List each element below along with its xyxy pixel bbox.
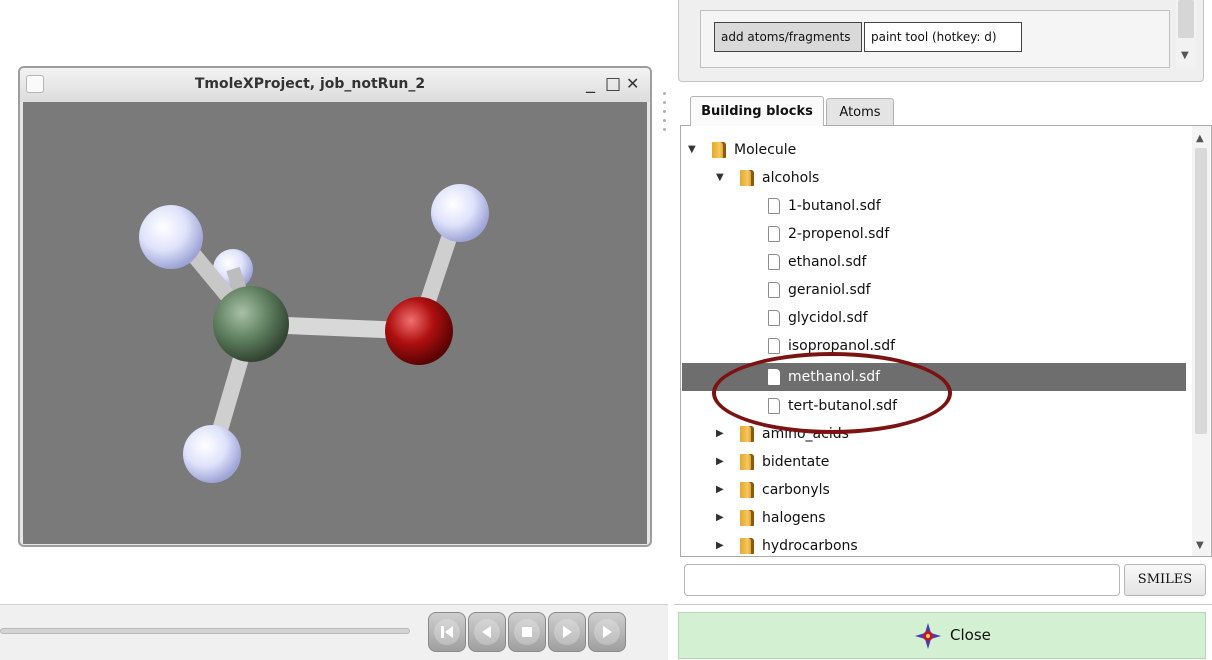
- folder-icon: [740, 170, 754, 186]
- tree-item-ethanol[interactable]: ethanol.sdf: [682, 248, 1186, 276]
- tab-atoms[interactable]: Atoms: [826, 98, 894, 126]
- maximize-icon[interactable]: □: [605, 74, 621, 94]
- tree-item-carbonyls[interactable]: ▶ carbonyls: [682, 476, 1186, 504]
- tree-item-molecule[interactable]: ▼ Molecule: [682, 136, 1186, 164]
- file-icon: [768, 369, 780, 385]
- expand-arrow-icon[interactable]: ▼: [716, 164, 724, 192]
- step-forward-icon: [594, 619, 620, 645]
- tree-item-label: alcohols: [762, 170, 820, 186]
- tree-item-tert-butanol[interactable]: tert-butanol.sdf: [682, 392, 1186, 420]
- tree-item-label: hydrocarbons: [762, 538, 858, 554]
- step-back-button[interactable]: [468, 612, 506, 652]
- tree-item-label: isopropanol.sdf: [788, 338, 896, 354]
- tree-scroll-thumb[interactable]: [1195, 148, 1207, 434]
- step-back-icon: [474, 619, 500, 645]
- folder-icon: [740, 510, 754, 526]
- file-icon: [768, 198, 780, 214]
- smiles-button[interactable]: SMILES: [1124, 564, 1206, 596]
- hydrogen-atom-2[interactable]: [431, 184, 489, 242]
- time-slider[interactable]: [0, 628, 410, 634]
- viewer-title: TmoleXProject, job_notRun_2: [194, 76, 426, 92]
- close-icon: [914, 622, 942, 654]
- minimize-icon[interactable]: _: [586, 74, 595, 94]
- tree-item-2-propenol[interactable]: 2-propenol.sdf: [682, 220, 1186, 248]
- expand-arrow-icon[interactable]: ▶: [716, 532, 724, 556]
- top-panel-scroll-thumb[interactable]: [1178, 0, 1194, 38]
- skip-to-start-icon: [434, 619, 460, 645]
- scroll-up-icon[interactable]: ▲: [1196, 133, 1204, 144]
- add-atoms-fragments-button[interactable]: add atoms/fragments: [714, 22, 862, 52]
- close-window-icon[interactable]: ✕: [626, 74, 639, 94]
- file-icon: [768, 226, 780, 242]
- tree-item-label: geraniol.sdf: [788, 282, 871, 298]
- carbon-atom[interactable]: [213, 286, 289, 362]
- tree-item-bidentate[interactable]: ▶ bidentate: [682, 448, 1186, 476]
- expand-arrow-icon[interactable]: ▶: [716, 476, 724, 504]
- expand-arrow-icon[interactable]: ▶: [716, 504, 724, 532]
- tree-item-isopropanol[interactable]: isopropanol.sdf: [682, 332, 1186, 360]
- tree-item-label: carbonyls: [762, 482, 830, 498]
- oxygen-atom[interactable]: [385, 297, 453, 365]
- hydrogen-atom-1[interactable]: [139, 205, 203, 269]
- tree-item-label: halogens: [762, 510, 826, 526]
- 3d-viewport[interactable]: [23, 102, 647, 544]
- tree-item-amino-acids[interactable]: ▶ amino_acids: [682, 420, 1186, 448]
- file-icon: [768, 254, 780, 270]
- expand-arrow-icon[interactable]: ▶: [716, 448, 724, 476]
- play-icon: [554, 619, 580, 645]
- folder-icon: [740, 426, 754, 442]
- expand-arrow-icon[interactable]: ▶: [716, 420, 724, 448]
- stop-button[interactable]: [508, 612, 546, 652]
- scroll-down-icon[interactable]: ▼: [1181, 50, 1189, 61]
- tree-item-label: 1-butanol.sdf: [788, 198, 881, 214]
- tree-item-label: methanol.sdf: [788, 369, 881, 385]
- viewer-titlebar[interactable]: TmoleXProject, job_notRun_2 _ □ ✕: [20, 68, 650, 102]
- tree-item-1-butanol[interactable]: 1-butanol.sdf: [682, 192, 1186, 220]
- tree-item-alcohols[interactable]: ▼ alcohols: [682, 164, 1186, 192]
- stop-icon: [514, 619, 540, 645]
- scroll-down-icon[interactable]: ▼: [1196, 540, 1204, 551]
- tree-item-glycidol[interactable]: glycidol.sdf: [682, 304, 1186, 332]
- tree-item-hydrocarbons[interactable]: ▶ hydrocarbons: [682, 532, 1186, 556]
- play-button[interactable]: [548, 612, 586, 652]
- file-icon: [768, 398, 780, 414]
- folder-icon: [740, 538, 754, 554]
- file-icon: [768, 282, 780, 298]
- divider: [674, 604, 1212, 605]
- molecule-viewer-window: TmoleXProject, job_notRun_2 _ □ ✕: [18, 66, 652, 547]
- close-button-label: Close: [950, 626, 991, 644]
- window-menu-icon[interactable]: [26, 75, 44, 93]
- file-icon: [768, 310, 780, 326]
- building-blocks-tree: ▼ Molecule ▼ alcohols 1-butanol.sdf 2-pr…: [682, 136, 1190, 556]
- paint-tool-button[interactable]: paint tool (hotkey: d): [864, 22, 1022, 52]
- tree-item-label: tert-butanol.sdf: [788, 398, 898, 414]
- tree-item-label: glycidol.sdf: [788, 310, 868, 326]
- tree-item-label: 2-propenol.sdf: [788, 226, 890, 242]
- splitter-handle[interactable]: [663, 92, 666, 131]
- tree-item-label: ethanol.sdf: [788, 254, 867, 270]
- tab-building-blocks[interactable]: Building blocks: [690, 96, 824, 126]
- folder-icon: [712, 142, 726, 158]
- step-forward-button[interactable]: [588, 612, 626, 652]
- tree-item-geraniol[interactable]: geraniol.sdf: [682, 276, 1186, 304]
- tree-item-label: bidentate: [762, 454, 830, 470]
- folder-icon: [740, 482, 754, 498]
- skip-to-start-button[interactable]: [428, 612, 466, 652]
- tree-item-label: amino_acids: [762, 426, 849, 442]
- tree-item-label: Molecule: [734, 142, 797, 158]
- expand-arrow-icon[interactable]: ▼: [688, 136, 696, 164]
- folder-icon: [740, 454, 754, 470]
- hydrogen-atom-3[interactable]: [183, 425, 241, 483]
- tree-item-halogens[interactable]: ▶ halogens: [682, 504, 1186, 532]
- close-button[interactable]: [678, 612, 1206, 659]
- file-icon: [768, 338, 780, 354]
- molecule-render: [139, 184, 489, 483]
- smiles-input[interactable]: [684, 564, 1120, 596]
- tree-item-methanol[interactable]: methanol.sdf: [682, 363, 1186, 391]
